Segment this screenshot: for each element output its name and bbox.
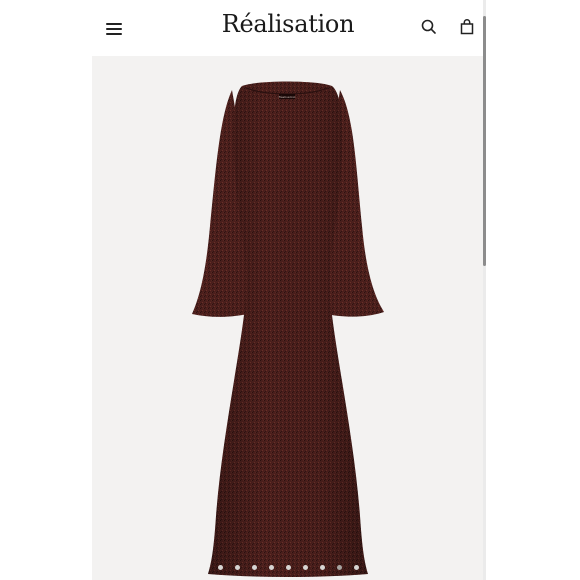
- scrollbar-track[interactable]: [483, 0, 486, 580]
- gallery-dot[interactable]: [285, 565, 291, 570]
- phone-screen: Réalisation Réalisation: [92, 0, 484, 580]
- gallery-dot[interactable]: [251, 565, 257, 570]
- dress-label-text: Réalisation: [279, 95, 296, 99]
- gallery-dot[interactable]: [336, 565, 342, 570]
- product-image[interactable]: Réalisation: [92, 56, 484, 580]
- search-icon: [421, 19, 436, 34]
- gallery-dot[interactable]: [268, 565, 274, 570]
- gallery-dot[interactable]: [319, 565, 325, 570]
- gallery-dot[interactable]: [234, 565, 240, 570]
- gallery-pagination: [92, 565, 484, 570]
- cart-button[interactable]: [456, 16, 478, 38]
- gallery-dot[interactable]: [353, 565, 359, 570]
- search-button[interactable]: [418, 16, 440, 38]
- shopping-bag-icon: [460, 19, 474, 35]
- scrollbar-thumb[interactable]: [483, 16, 486, 266]
- gallery-dot[interactable]: [217, 565, 223, 570]
- gallery-dot[interactable]: [302, 565, 308, 570]
- site-header: Réalisation: [92, 0, 484, 56]
- page-frame: Réalisation Réalisation: [0, 0, 580, 580]
